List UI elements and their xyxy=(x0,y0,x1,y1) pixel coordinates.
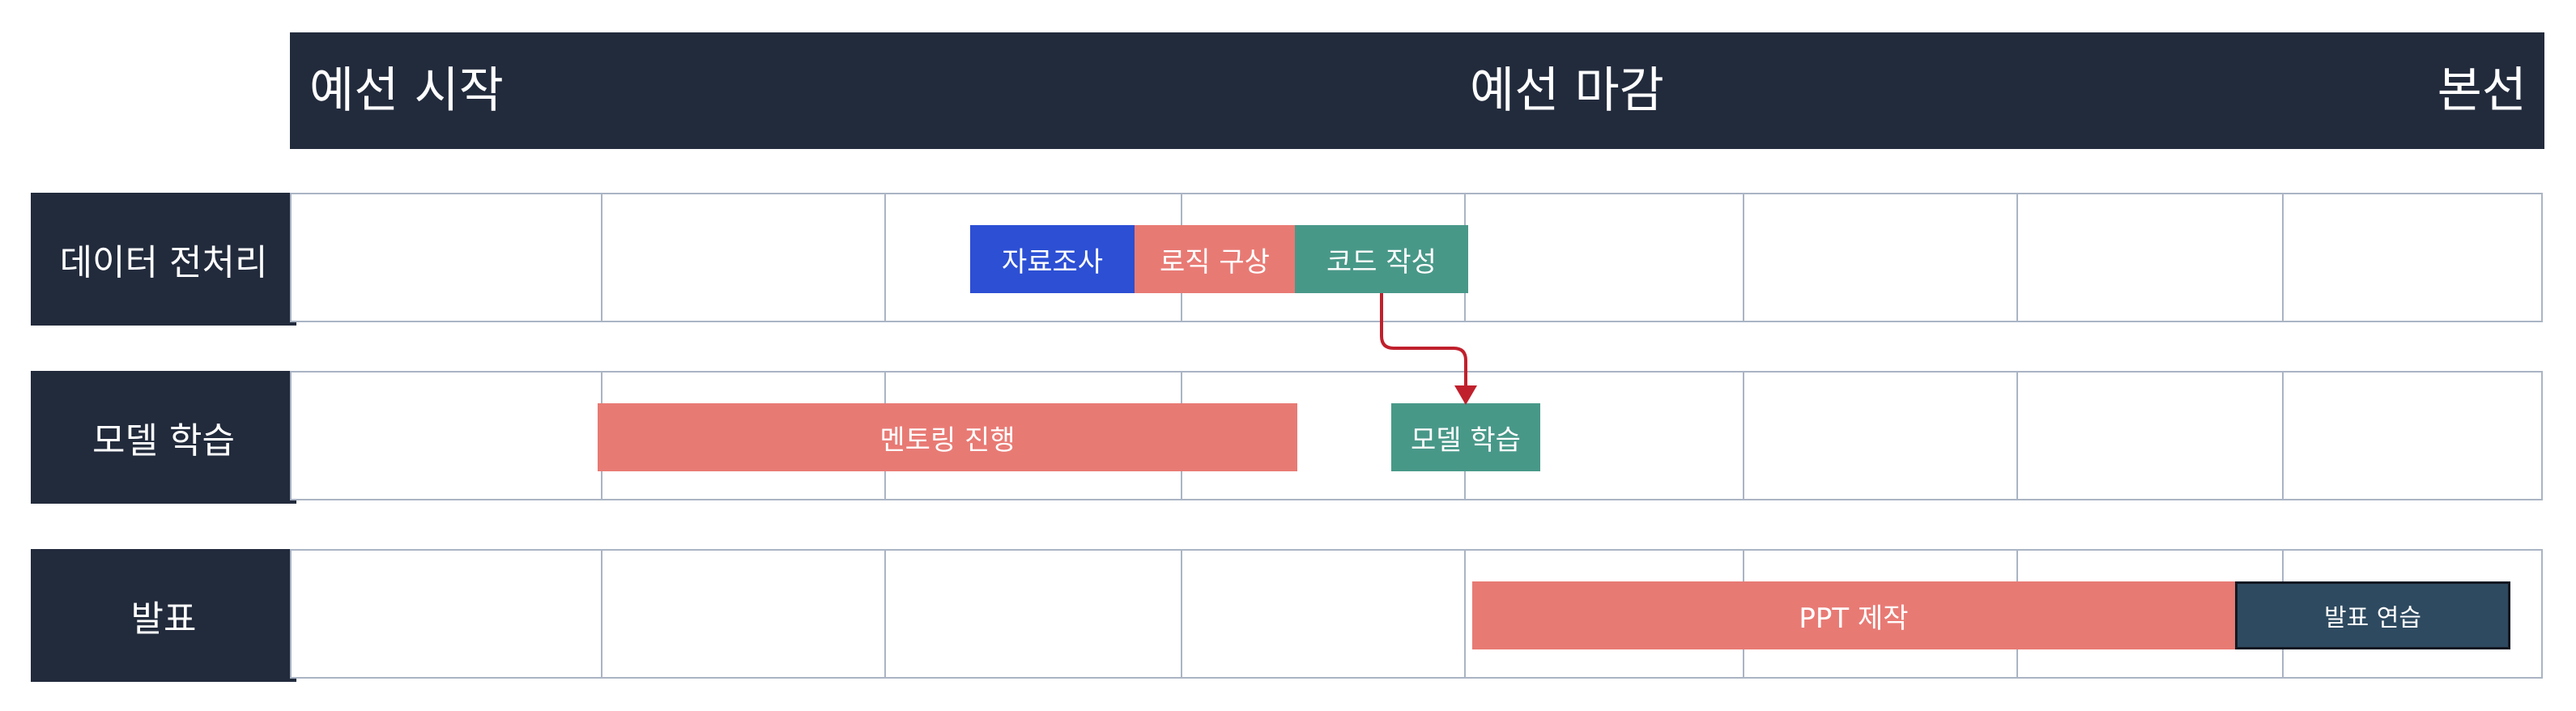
dependency-arrow xyxy=(1380,293,1477,405)
